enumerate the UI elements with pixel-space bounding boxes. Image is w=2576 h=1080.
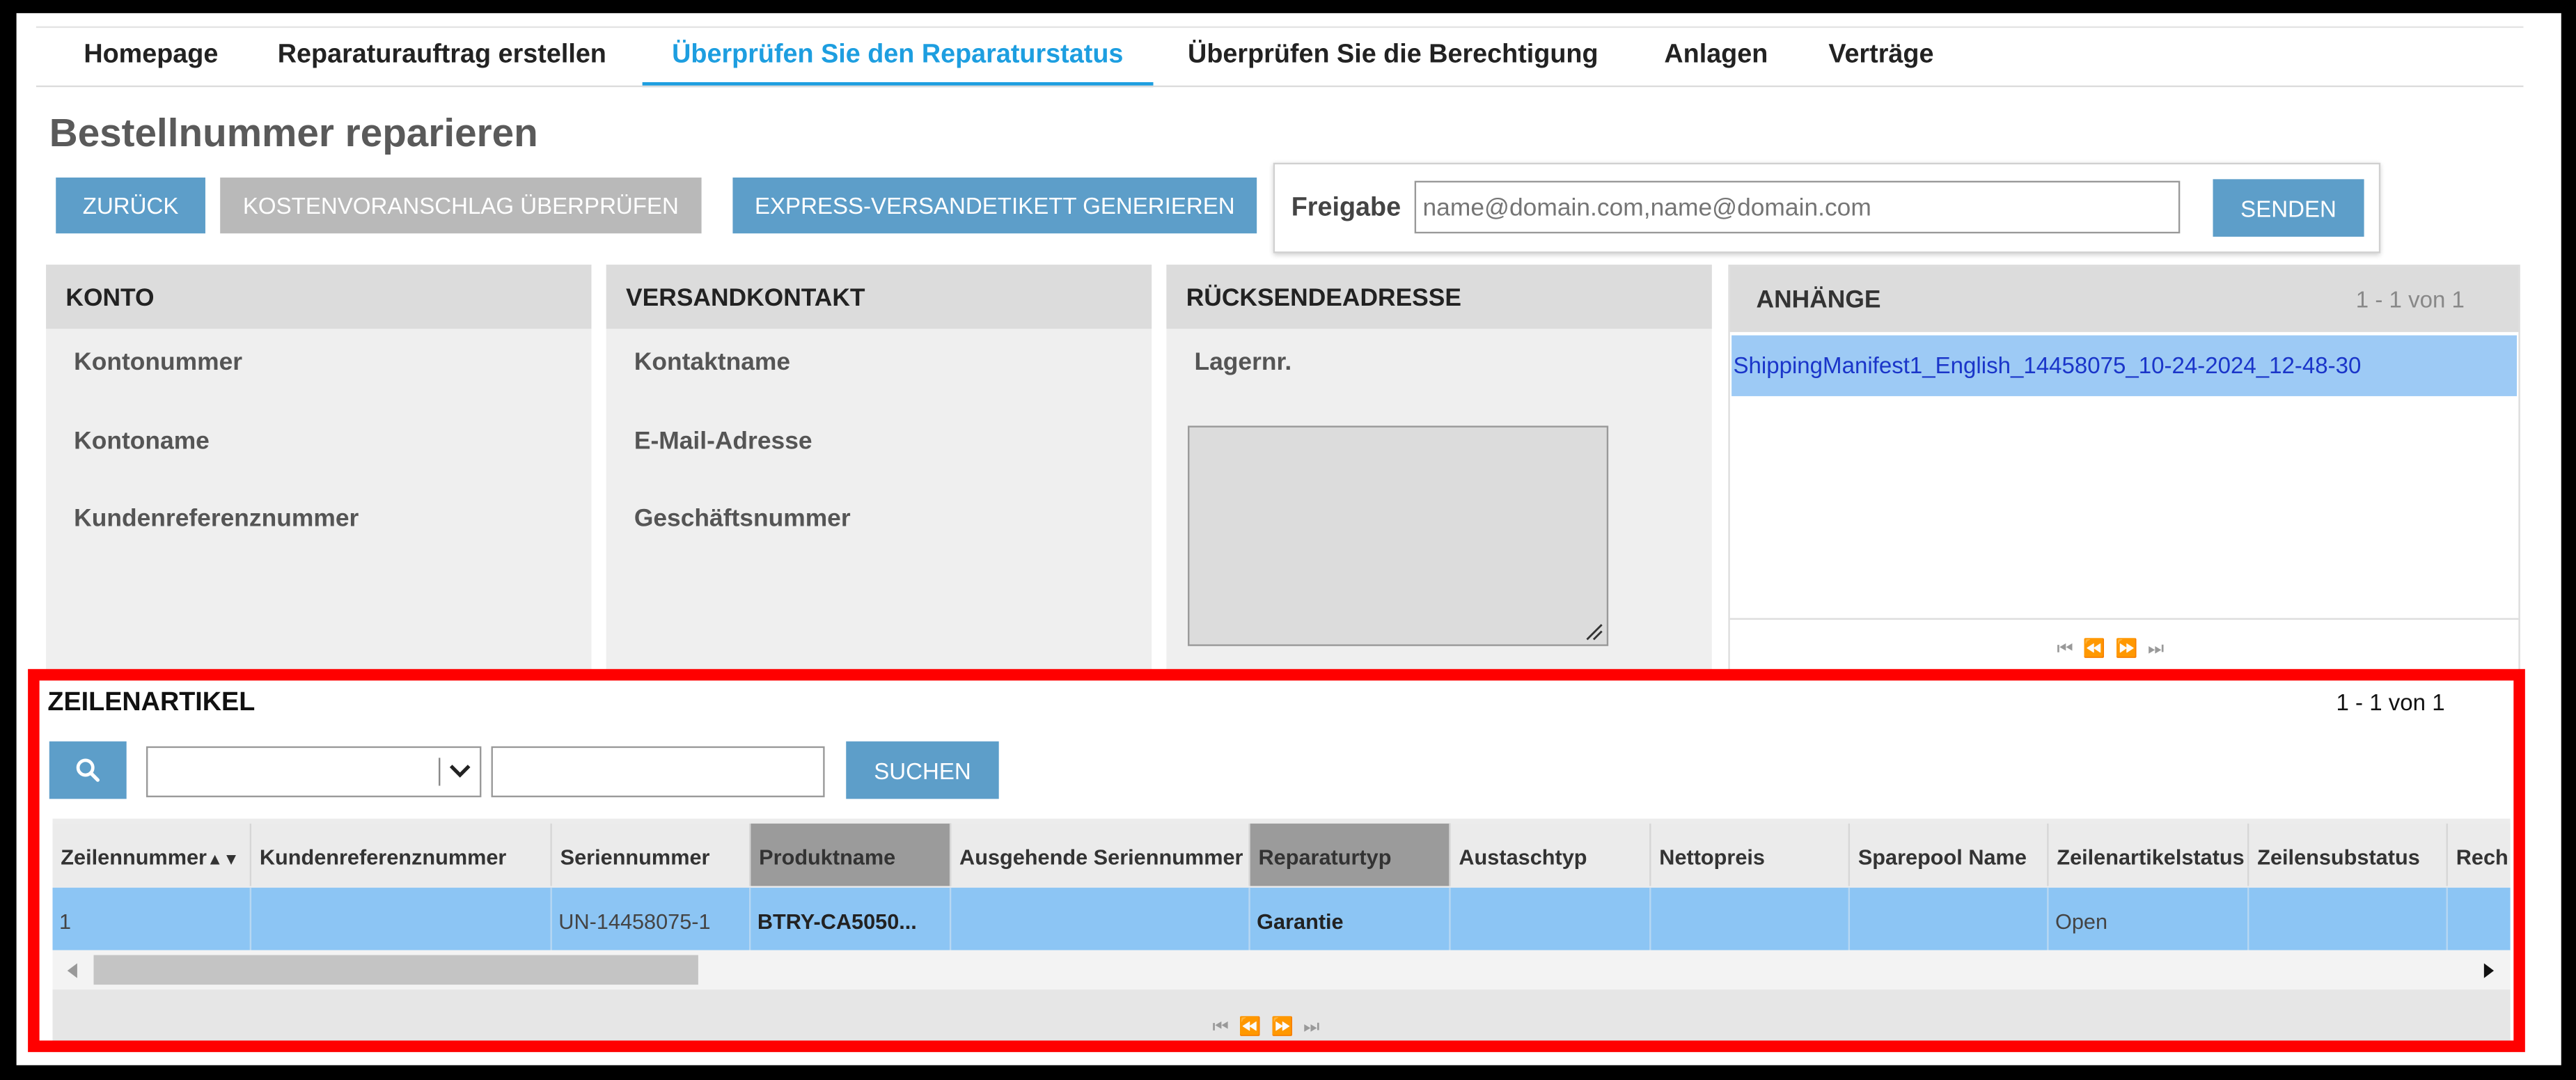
contact-name-label: Kontaktname <box>634 348 791 377</box>
nav-check-repair-status[interactable]: Überprüfen Sie den Reparaturstatus <box>642 41 1153 88</box>
nav-homepage[interactable]: Homepage <box>84 41 218 86</box>
nav-assets[interactable]: Anlagen <box>1664 41 1768 86</box>
share-label: Freigabe <box>1291 194 1401 222</box>
account-number-label: Kontonummer <box>74 348 243 377</box>
nav-check-entitlement[interactable]: Überprüfen Sie die Berechtigung <box>1188 41 1598 86</box>
nav-divider-top <box>36 26 2524 29</box>
nav-divider-bottom <box>36 85 2524 88</box>
resize-handle-icon[interactable] <box>1585 623 1603 641</box>
attachments-footer-divider <box>1729 618 2519 620</box>
first-page-icon[interactable]: ⏮ <box>2057 639 2083 659</box>
attachment-item[interactable]: ShippingManifest1_English_14458075_10-24… <box>1731 335 2518 396</box>
email-address-label: E-Mail-Adresse <box>634 427 812 455</box>
page-title: Bestellnummer reparieren <box>49 111 538 157</box>
account-name-label: Kontoname <box>74 427 210 455</box>
highlight-frame <box>28 668 2525 1052</box>
shipping-contact-panel-title: VERSANDKONTAKT <box>606 265 1152 329</box>
back-button[interactable]: ZURÜCK <box>56 177 205 234</box>
prev-page-icon[interactable]: ⏪ <box>2083 639 2115 659</box>
shipping-contact-panel: VERSANDKONTAKT Kontaktname E-Mail-Adress… <box>606 265 1152 679</box>
attachments-count: 1 - 1 von 1 <box>2355 285 2465 313</box>
customer-reference-label: Kundenreferenznummer <box>74 504 359 533</box>
attachments-title: ANHÄNGE <box>1756 285 1881 314</box>
last-page-icon[interactable]: ⏭ <box>2148 639 2174 659</box>
return-address-textarea[interactable] <box>1188 425 1609 646</box>
next-page-icon[interactable]: ⏩ <box>2115 639 2147 659</box>
attachments-header: ANHÄNGE 1 - 1 von 1 <box>1729 266 2519 332</box>
generate-express-label-button[interactable]: EXPRESS-VERSANDETIKETT GENERIEREN <box>732 177 1257 234</box>
business-number-label: Geschäftsnummer <box>634 504 851 533</box>
attachments-panel: ANHÄNGE 1 - 1 von 1 ShippingManifest1_En… <box>1728 265 2520 679</box>
return-address-panel-title: RÜCKSENDEADRESSE <box>1166 265 1712 329</box>
review-quote-button[interactable]: KOSTENVORANSCHLAG ÜBERPRÜFEN <box>220 177 702 234</box>
account-panel: KONTO Kontonummer Kontoname Kundenrefere… <box>46 265 592 679</box>
nav-create-repair-order[interactable]: Reparaturauftrag erstellen <box>278 41 606 86</box>
account-panel-title: KONTO <box>46 265 592 329</box>
screen: Homepage Reparaturauftrag erstellen Über… <box>16 13 2561 1065</box>
nav-contracts[interactable]: Verträge <box>1828 41 1933 86</box>
attachments-pager: ⏮⏪⏩⏭ <box>2057 633 2174 662</box>
send-button[interactable]: SENDEN <box>2213 179 2364 237</box>
share-email-input[interactable] <box>1414 180 2181 234</box>
warehouse-number-label: Lagernr. <box>1194 348 1292 377</box>
attachment-link[interactable]: ShippingManifest1_English_14458075_10-24… <box>1733 352 2361 378</box>
